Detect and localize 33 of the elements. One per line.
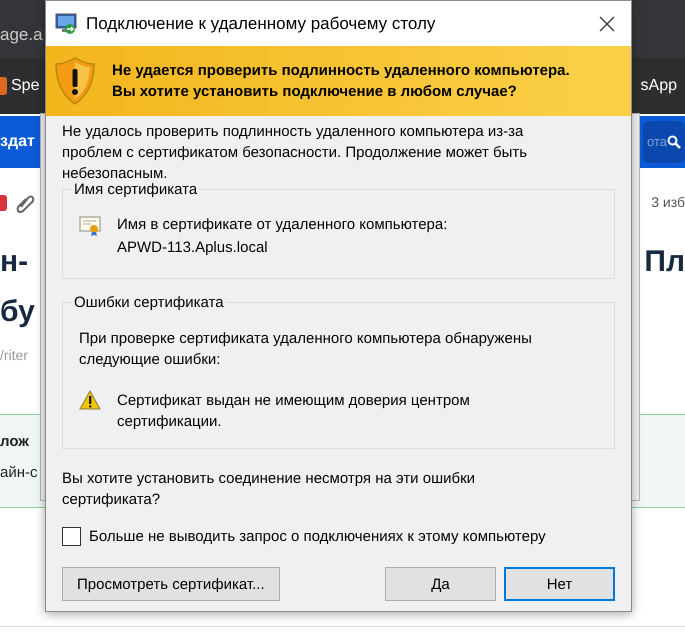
question-text: Вы хотите установить соединение несмотря на эти ошибки сертификата? xyxy=(62,469,476,510)
certificate-text: APWD-113.Aplus.local xyxy=(117,238,268,258)
checkbox[interactable] xyxy=(62,527,81,546)
computer-icon xyxy=(54,12,78,34)
checkbox-label: Больше не выводить запрос о подключениях к этому компьютеру xyxy=(89,527,546,547)
error-text: Сертификат выдан не имеющим доверия центром сертификации. xyxy=(117,391,471,432)
shield-warning-icon xyxy=(54,56,96,106)
certificate-icon xyxy=(79,214,101,236)
search-icon xyxy=(667,135,681,149)
yes-button[interactable]: Да xyxy=(385,567,496,601)
window-title: Подключение к удаленному рабочему столу xyxy=(86,13,436,34)
site-header-text: здат xyxy=(0,132,35,152)
byline-text: /riter xyxy=(0,346,28,365)
favorites-link[interactable]: 3 изб xyxy=(651,192,685,213)
heading-text: н- xyxy=(0,244,28,280)
errors-text: При проверке сертификата удаленного компьютера обнаружены следующие ошибки: xyxy=(79,329,533,370)
paperclip-icon[interactable] xyxy=(15,192,35,212)
search-text: ота xyxy=(647,133,667,152)
heading-text: Пл xyxy=(644,244,685,280)
bookmark-icon[interactable] xyxy=(0,77,7,95)
bookmark-link[interactable]: Spe xyxy=(11,74,40,98)
close-icon[interactable] xyxy=(599,16,615,32)
notice-title: лож xyxy=(0,432,29,452)
address-text: age.a xyxy=(0,25,43,44)
warning-icon xyxy=(79,390,101,410)
warning-text: Не удается проверить подлинность удаленного компьютера. Вы хотите установить подключение в любом случае? xyxy=(112,61,571,102)
bookmark-link[interactable]: sApp xyxy=(640,74,685,98)
heading-text: бу xyxy=(0,294,35,330)
label-icon[interactable] xyxy=(0,194,7,210)
certificate-text: Имя в сертификате от удаленного компьютера: xyxy=(117,215,448,235)
view-certificate-button[interactable]: Просмотреть сертификат... xyxy=(62,567,280,601)
no-button[interactable]: Нет xyxy=(504,567,615,601)
notice-text: айн-с xyxy=(0,462,38,482)
